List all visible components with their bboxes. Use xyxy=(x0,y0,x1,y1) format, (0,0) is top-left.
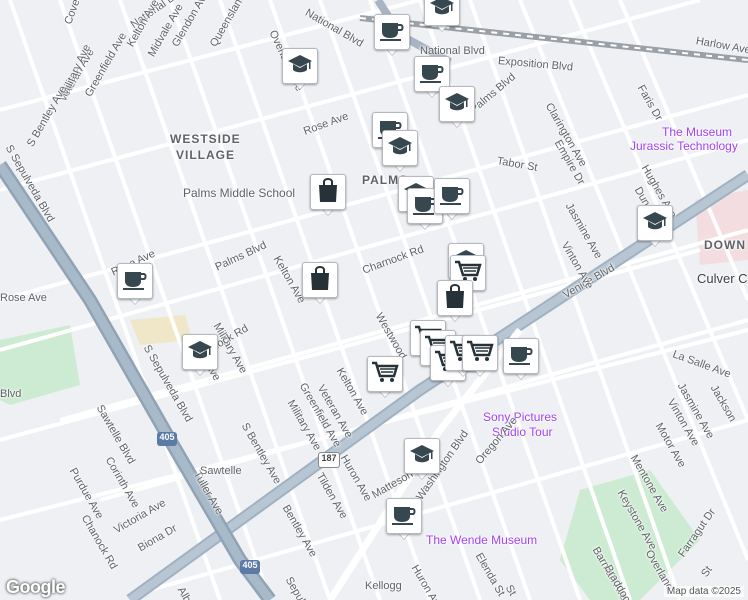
map-marker[interactable] xyxy=(424,0,460,34)
street-label: Rose Ave xyxy=(0,292,47,304)
coffee-icon xyxy=(419,61,445,88)
school-icon xyxy=(287,53,313,80)
map-marker[interactable] xyxy=(437,280,473,324)
area-village: VILLAGE xyxy=(176,148,236,162)
coffee-icon xyxy=(122,268,148,295)
poi-palms-middle: Palms Middle School xyxy=(183,186,296,200)
poi-wende: The Wende Museum xyxy=(426,533,538,547)
map-marker[interactable] xyxy=(282,48,318,92)
map-marker[interactable] xyxy=(503,338,539,382)
map-marker[interactable] xyxy=(386,498,422,542)
shopping-bag-icon xyxy=(316,177,340,208)
map-marker[interactable] xyxy=(462,335,498,379)
coffee-icon xyxy=(391,503,417,530)
street-label: Kellogg xyxy=(365,580,402,592)
shopping-bag-icon xyxy=(443,283,467,314)
school-icon xyxy=(642,210,668,237)
shield-405-a: 405 xyxy=(157,432,177,446)
poi-museum-1: The Museum xyxy=(662,125,733,139)
poi-museum-2: Jurassic Technology xyxy=(630,139,738,153)
shopping-bag-icon xyxy=(308,265,332,296)
area-westside: WESTSIDE xyxy=(170,132,241,146)
school-icon xyxy=(387,135,413,162)
map-marker[interactable] xyxy=(637,205,673,249)
shield-405-b: 405 xyxy=(240,560,260,574)
shopping-cart-icon xyxy=(371,360,399,389)
map-marker[interactable] xyxy=(310,174,346,218)
street-label: Sawtelle xyxy=(200,465,242,477)
shopping-cart-icon xyxy=(466,339,494,368)
map-marker[interactable] xyxy=(117,263,153,307)
map-marker[interactable] xyxy=(434,178,470,222)
map-marker[interactable] xyxy=(367,356,403,400)
map-canvas[interactable]: WESTSIDE VILLAGE PALMS DOWN Culver C Palms Mi… xyxy=(0,0,748,600)
street-label: Blvd xyxy=(0,388,22,400)
school-icon xyxy=(187,339,213,366)
school-icon xyxy=(429,0,455,22)
map-marker[interactable] xyxy=(182,334,218,378)
city-culver: Culver C xyxy=(697,271,748,286)
map-attribution: Map data ©2025 xyxy=(663,586,744,597)
school-icon xyxy=(444,91,470,118)
coffee-icon xyxy=(439,183,465,210)
map-marker[interactable] xyxy=(439,86,475,130)
map-marker[interactable] xyxy=(382,130,418,174)
school-icon xyxy=(409,443,435,470)
coffee-icon xyxy=(379,19,405,46)
map-marker[interactable] xyxy=(302,262,338,306)
map-marker[interactable] xyxy=(404,438,440,482)
area-down: DOWN xyxy=(704,238,746,252)
coffee-icon xyxy=(508,343,534,370)
shield-187: 187 xyxy=(318,452,340,468)
map-marker[interactable] xyxy=(374,14,410,58)
google-logo: Google xyxy=(6,577,66,597)
